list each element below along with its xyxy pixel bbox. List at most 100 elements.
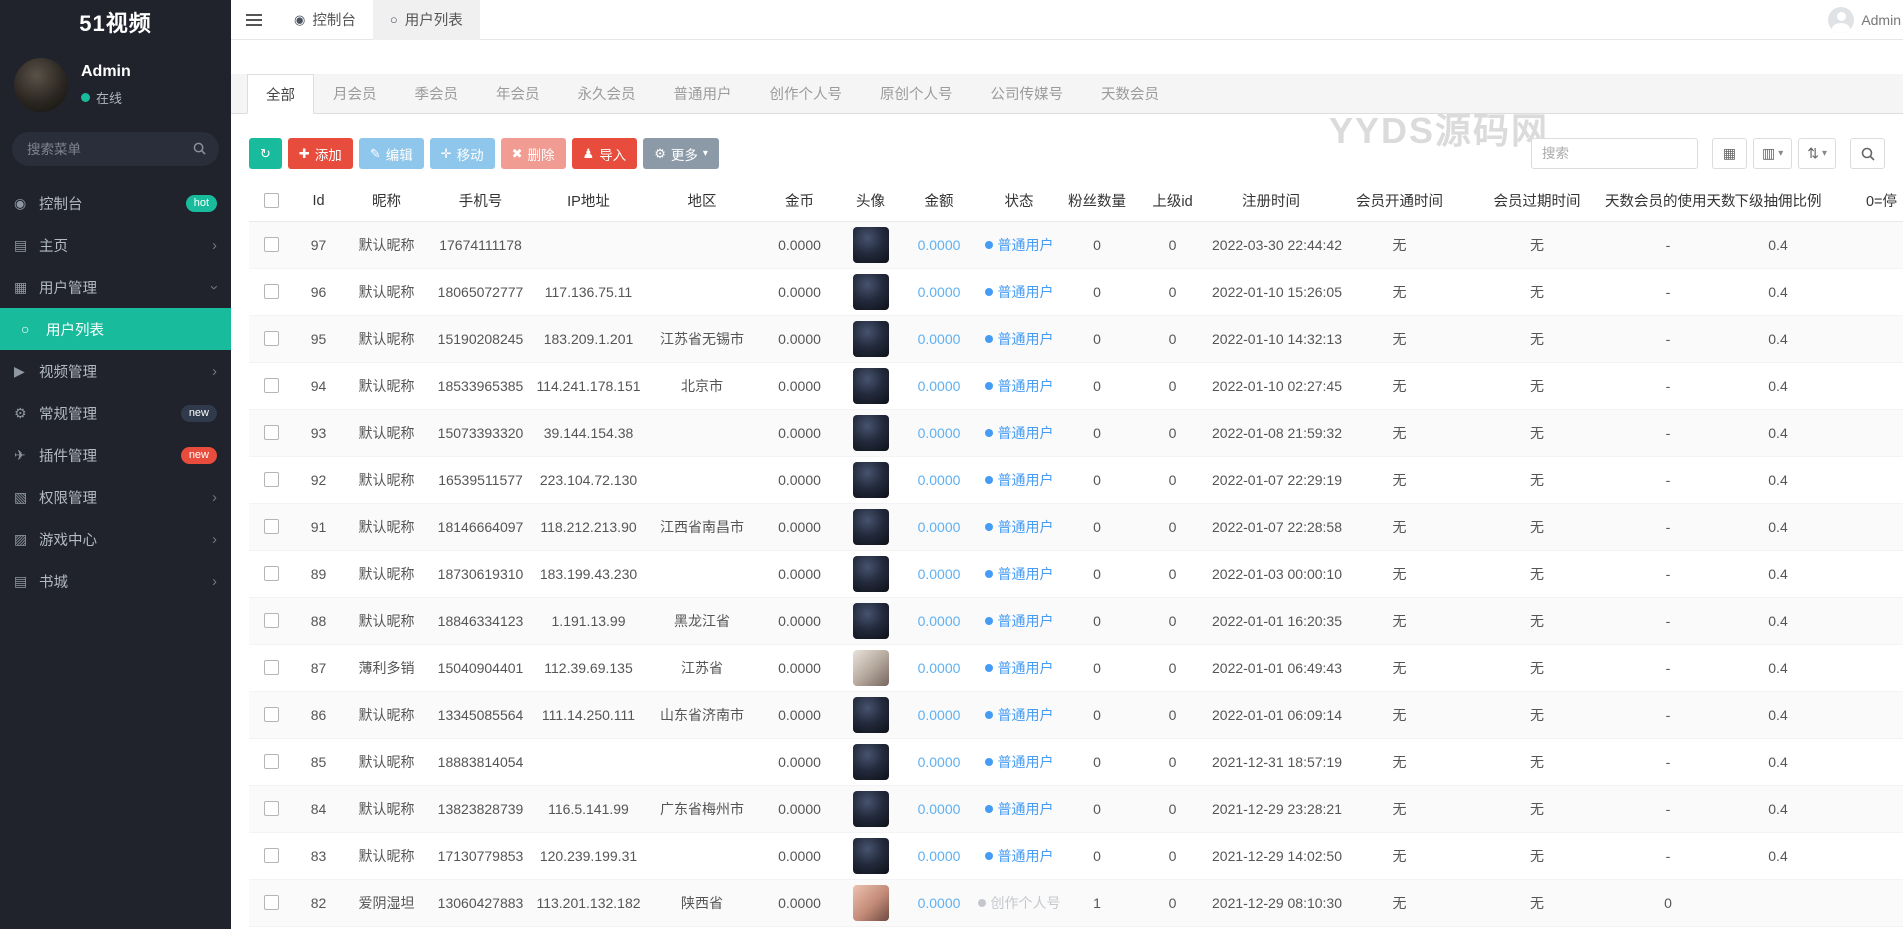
sidebar-item-user-manage[interactable]: ▦ 用户管理 › (0, 266, 231, 308)
user-avatar-image[interactable] (852, 743, 889, 780)
amount-link[interactable]: 0.0000 (918, 284, 961, 300)
sidebar-item-video-manage[interactable]: ▶ 视频管理 › (0, 350, 231, 392)
amount-link[interactable]: 0.0000 (918, 754, 961, 770)
user-avatar-image[interactable] (852, 320, 889, 357)
row-checkbox[interactable] (263, 895, 279, 910)
row-checkbox[interactable] (263, 848, 279, 863)
user-avatar-image[interactable] (852, 273, 889, 310)
col-header-11[interactable]: 注册时间 (1212, 181, 1330, 222)
menu-search-input[interactable] (12, 132, 219, 166)
sidebar-item-book-city[interactable]: ▤ 书城 › (0, 560, 231, 602)
user-avatar-image[interactable] (852, 226, 889, 263)
export-button[interactable]: ⇅ ▾ (1798, 138, 1836, 169)
col-header-3[interactable]: IP地址 (532, 181, 645, 222)
top-tab-user-list[interactable]: ○ 用户列表 (372, 0, 480, 40)
sidebar-item-general-manage[interactable]: ⚙ 常规管理 new (0, 392, 231, 434)
user-avatar-image[interactable] (852, 837, 889, 874)
amount-link[interactable]: 0.0000 (918, 660, 961, 676)
columns-button[interactable]: ▥ ▾ (1752, 138, 1793, 169)
sidebar-item-game-center[interactable]: ▨ 游戏中心 › (0, 518, 231, 560)
col-header-16[interactable]: 0=停 (1825, 181, 1903, 222)
refresh-button[interactable]: ↻ (249, 138, 282, 169)
amount-link[interactable]: 0.0000 (918, 566, 961, 582)
sidebar-item-home[interactable]: ▤ 主页 › (0, 224, 231, 266)
user-avatar-image[interactable] (852, 367, 889, 404)
row-checkbox[interactable] (263, 378, 279, 393)
row-checkbox[interactable] (263, 519, 279, 534)
edit-button[interactable]: ✎ 编辑 (358, 138, 424, 169)
filter-tab-原创个人号[interactable]: 原创个人号 (861, 74, 972, 113)
top-tab-console[interactable]: ◉ 控制台 (277, 0, 373, 40)
toggle-view-button[interactable]: ▦ (1711, 138, 1747, 169)
user-avatar-image[interactable] (852, 508, 889, 545)
amount-link[interactable]: 0.0000 (918, 425, 961, 441)
amount-link[interactable]: 0.0000 (918, 895, 961, 911)
row-checkbox[interactable] (263, 284, 279, 299)
filter-tab-季会员[interactable]: 季会员 (396, 74, 478, 113)
col-header-13[interactable]: 会员过期时间 (1469, 181, 1605, 222)
add-button[interactable]: ✚ 添加 (287, 138, 353, 169)
row-checkbox[interactable] (263, 707, 279, 722)
row-checkbox[interactable] (263, 660, 279, 675)
filter-tab-公司传媒号[interactable]: 公司传媒号 (972, 74, 1083, 113)
filter-tab-月会员[interactable]: 月会员 (314, 74, 396, 113)
amount-link[interactable]: 0.0000 (918, 237, 961, 253)
col-header-15[interactable]: 下级抽佣比例 (1731, 181, 1825, 222)
delete-button[interactable]: ✖ 删除 (500, 138, 566, 169)
col-header-8[interactable]: 状态 (977, 181, 1061, 222)
amount-link[interactable]: 0.0000 (918, 801, 961, 817)
select-all-checkbox[interactable] (263, 193, 279, 209)
user-avatar-image[interactable] (852, 790, 889, 827)
user-avatar-image[interactable] (852, 555, 889, 592)
row-checkbox[interactable] (263, 613, 279, 628)
col-header-14[interactable]: 天数会员的使用天数 (1605, 181, 1736, 222)
col-header-9[interactable]: 粉丝数量 (1061, 181, 1133, 222)
table-search-input[interactable] (1530, 138, 1698, 169)
row-checkbox[interactable] (263, 237, 279, 252)
amount-link[interactable]: 0.0000 (918, 613, 961, 629)
row-checkbox[interactable] (263, 566, 279, 581)
col-header-10[interactable]: 上级id (1133, 181, 1212, 222)
sidebar-item-auth-manage[interactable]: ▧ 权限管理 › (0, 476, 231, 518)
sidebar-toggle-button[interactable] (231, 0, 277, 40)
col-header-6[interactable]: 头像 (840, 181, 901, 222)
amount-link[interactable]: 0.0000 (918, 519, 961, 535)
amount-link[interactable]: 0.0000 (918, 378, 961, 394)
filter-tab-永久会员[interactable]: 永久会员 (559, 74, 655, 113)
filter-tab-年会员[interactable]: 年会员 (477, 74, 559, 113)
search-submit-button[interactable] (1850, 138, 1885, 169)
filter-tab-普通用户[interactable]: 普通用户 (655, 74, 751, 113)
filter-tab-全部[interactable]: 全部 (247, 74, 314, 114)
user-avatar-image[interactable] (852, 696, 889, 733)
col-header-7[interactable]: 金额 (901, 181, 977, 222)
user-avatar-image[interactable] (852, 602, 889, 639)
user-avatar-image[interactable] (852, 461, 889, 498)
user-avatar-image[interactable] (852, 884, 889, 921)
move-button[interactable]: ✛ 移动 (429, 138, 495, 169)
row-checkbox[interactable] (263, 331, 279, 346)
col-header-1[interactable]: 昵称 (344, 181, 429, 222)
row-checkbox[interactable] (263, 801, 279, 816)
filter-tab-创作个人号[interactable]: 创作个人号 (751, 74, 862, 113)
import-button[interactable]: ♟ 导入 (571, 138, 638, 169)
col-header-2[interactable]: 手机号 (429, 181, 532, 222)
amount-link[interactable]: 0.0000 (918, 707, 961, 723)
col-header-12[interactable]: 会员开通时间 (1330, 181, 1469, 222)
amount-link[interactable]: 0.0000 (918, 331, 961, 347)
more-button[interactable]: ⚙ 更多 ▾ (643, 138, 719, 169)
col-header-0[interactable]: Id (293, 181, 344, 222)
row-checkbox[interactable] (263, 425, 279, 440)
col-header-5[interactable]: 金币 (759, 181, 840, 222)
sidebar-item-console[interactable]: ◉ 控制台 hot (0, 182, 231, 224)
topbar-user[interactable]: Admin (1828, 6, 1903, 33)
filter-tab-天数会员[interactable]: 天数会员 (1082, 74, 1178, 113)
user-avatar-image[interactable] (852, 414, 889, 451)
col-header-4[interactable]: 地区 (645, 181, 759, 222)
amount-link[interactable]: 0.0000 (918, 472, 961, 488)
row-checkbox[interactable] (263, 754, 279, 769)
row-checkbox[interactable] (263, 472, 279, 487)
sidebar-item-user-list[interactable]: ○ 用户列表 (0, 308, 231, 350)
admin-avatar[interactable] (14, 58, 68, 112)
amount-link[interactable]: 0.0000 (918, 848, 961, 864)
sidebar-item-plugin-manage[interactable]: ✈ 插件管理 new (0, 434, 231, 476)
